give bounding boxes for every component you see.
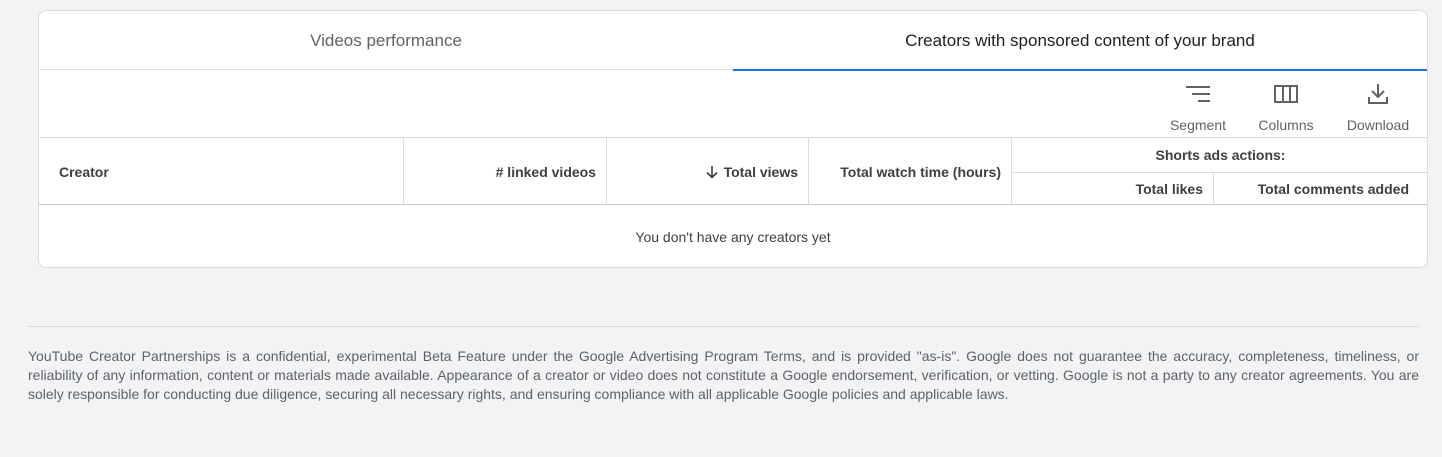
columns-button[interactable]: Columns bbox=[1252, 71, 1320, 138]
empty-state-text: You don't have any creators yet bbox=[635, 229, 831, 245]
table-toolbar: Segment Columns Download bbox=[39, 71, 1427, 138]
column-header-label: Total likes bbox=[1135, 181, 1203, 197]
table-header: Creator # linked videos Total views Tota… bbox=[39, 138, 1427, 205]
columns-icon bbox=[1274, 81, 1298, 107]
arrow-down-icon bbox=[705, 165, 719, 179]
column-header-linked-videos[interactable]: # linked videos bbox=[404, 138, 607, 205]
empty-state-message: You don't have any creators yet bbox=[39, 206, 1427, 267]
column-group-shorts-ads: Shorts ads actions: bbox=[1012, 138, 1427, 173]
column-header-label: # linked videos bbox=[495, 163, 596, 180]
column-header-total-watch-time[interactable]: Total watch time (hours) bbox=[809, 138, 1012, 205]
column-header-total-comments[interactable]: Total comments added bbox=[1214, 173, 1427, 205]
segment-icon bbox=[1186, 81, 1210, 107]
creators-card: Videos performance Creators with sponsor… bbox=[38, 10, 1428, 268]
segment-label: Segment bbox=[1169, 117, 1227, 133]
tab-creators-sponsored[interactable]: Creators with sponsored content of your … bbox=[733, 11, 1427, 71]
download-icon bbox=[1367, 81, 1389, 107]
tab-bar: Videos performance Creators with sponsor… bbox=[39, 11, 1427, 71]
column-header-label: Total views bbox=[723, 163, 798, 180]
columns-label: Columns bbox=[1258, 117, 1314, 133]
footer-divider bbox=[28, 326, 1419, 327]
column-header-creator[interactable]: Creator bbox=[39, 138, 404, 205]
tab-videos-performance[interactable]: Videos performance bbox=[39, 11, 733, 70]
segment-button[interactable]: Segment bbox=[1164, 71, 1232, 138]
download-button[interactable]: Download bbox=[1342, 71, 1414, 138]
column-header-total-views[interactable]: Total views bbox=[607, 138, 809, 205]
tab-label: Videos performance bbox=[310, 30, 462, 50]
download-label: Download bbox=[1346, 117, 1410, 133]
disclaimer-text: YouTube Creator Partnerships is a confid… bbox=[28, 348, 1419, 402]
column-header-label: Total comments added bbox=[1257, 181, 1409, 197]
column-header-label: Total watch time (hours) bbox=[840, 163, 1001, 180]
column-group-label: Shorts ads actions: bbox=[1155, 147, 1286, 163]
column-header-label: Creator bbox=[59, 163, 109, 180]
column-header-total-likes[interactable]: Total likes bbox=[1012, 173, 1214, 205]
tab-label: Creators with sponsored content of your … bbox=[905, 30, 1255, 50]
